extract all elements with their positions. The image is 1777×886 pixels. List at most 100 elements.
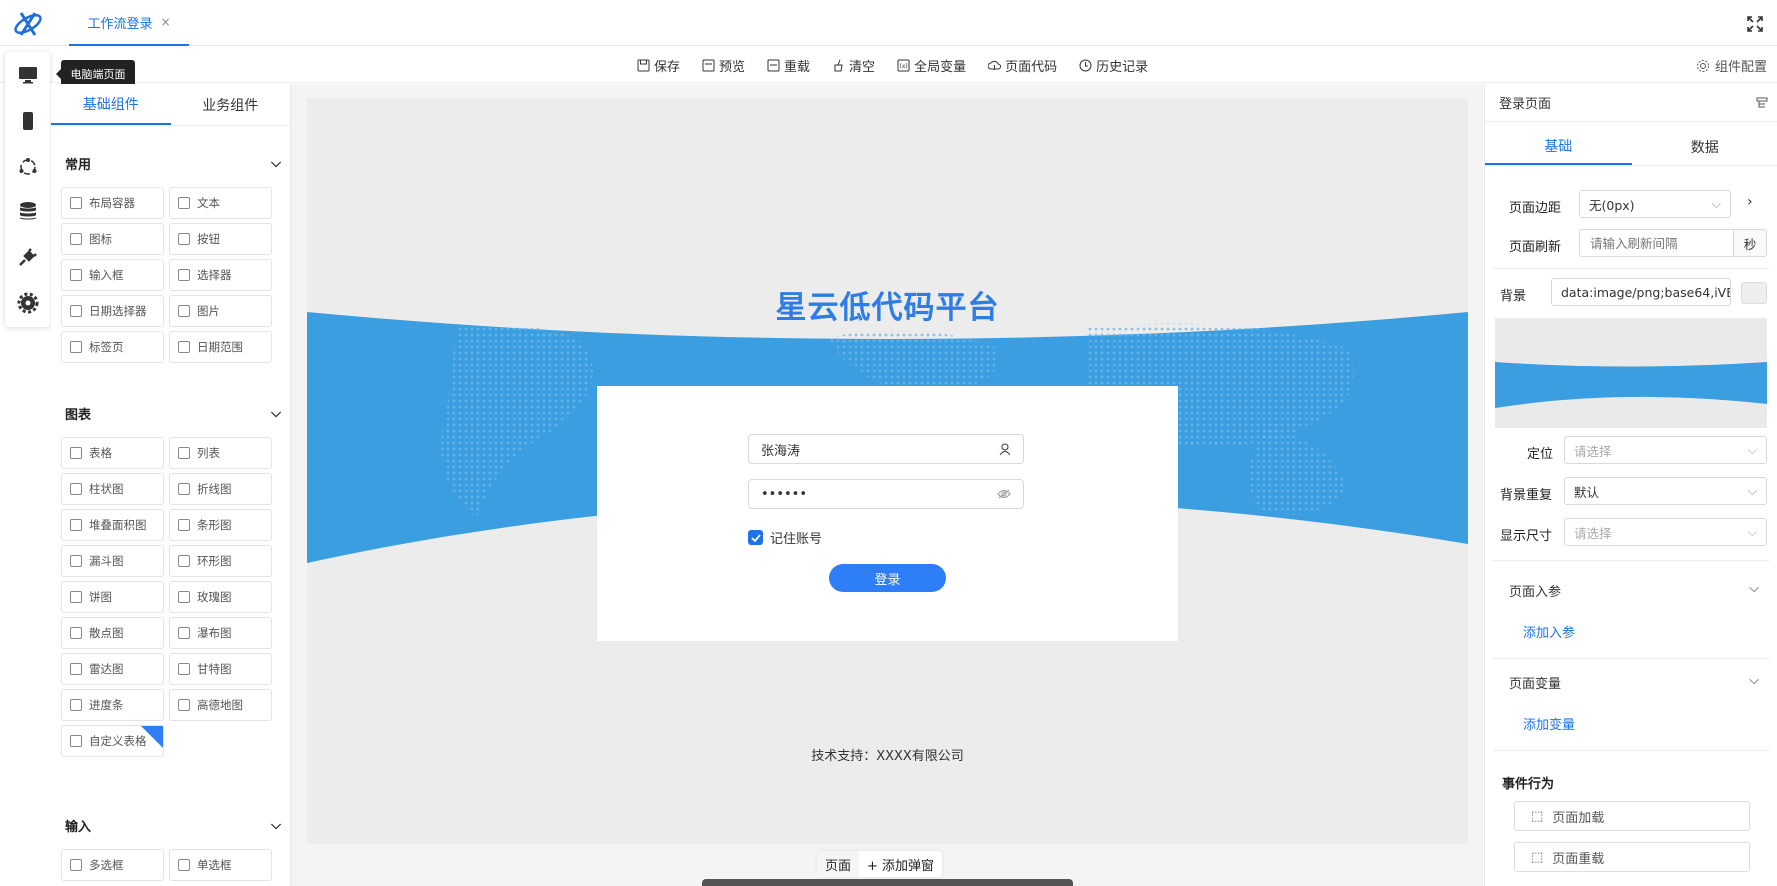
cloud-upload-icon [988, 60, 1002, 70]
component-label: 条形图 [197, 518, 232, 532]
component-icon [70, 627, 82, 639]
component-chart-12[interactable]: 雷达图 [61, 653, 164, 685]
page-code-button[interactable]: 页面代码 [988, 56, 1057, 75]
chevron-right-icon[interactable]: › [1747, 194, 1753, 210]
component-chart-8[interactable]: 饼图 [61, 581, 164, 613]
component-chart-14[interactable]: 进度条 [61, 689, 164, 721]
events-label: 事件行为 [1502, 777, 1555, 792]
clear-label: 清空 [849, 59, 876, 75]
horizontal-scrollbar[interactable] [702, 879, 1073, 886]
remember-checkbox[interactable]: 记住账号 [748, 528, 822, 547]
plugin-icon[interactable] [17, 246, 39, 268]
component-chart-0[interactable]: 表格 [61, 437, 164, 469]
margin-value: 无(0px) [1589, 197, 1635, 213]
component-chart-1[interactable]: 列表 [169, 437, 272, 469]
component-label: 折线图 [197, 482, 232, 496]
password-field[interactable]: •••••• [748, 479, 1024, 509]
component-icon [70, 447, 82, 459]
login-button[interactable]: 登录 [829, 564, 946, 592]
component-common-7[interactable]: 图片 [169, 295, 272, 327]
size-select[interactable]: 请选择 ⌵ [1564, 518, 1767, 546]
component-input-1[interactable]: 单选框 [169, 849, 272, 881]
add-var-link[interactable]: 添加变量 [1523, 714, 1575, 733]
component-chart-15[interactable]: 高德地图 [169, 689, 272, 721]
login-page-preview[interactable]: 星云低代码平台 张海涛 •••••• 记住账号 登录 技术支持：XXXX有限公司 [307, 98, 1468, 844]
app-logo-icon[interactable] [12, 9, 44, 39]
component-common-2[interactable]: 图标 [61, 223, 164, 255]
component-chart-7[interactable]: 环形图 [169, 545, 272, 577]
tab-basic[interactable]: 基础 [1485, 128, 1632, 165]
tab-business-components[interactable]: 业务组件 [171, 84, 291, 125]
component-chart-9[interactable]: 玫瑰图 [169, 581, 272, 613]
clear-button[interactable]: 清空 [832, 56, 875, 75]
event-page-load[interactable]: ⬚ 页面加载 [1514, 801, 1750, 831]
component-common-5[interactable]: 选择器 [169, 259, 272, 291]
margin-select[interactable]: 无(0px) ⌵ [1579, 190, 1731, 218]
params-section-header[interactable]: 页面入参 ⌵ [1509, 581, 1759, 600]
editor-toolbar: 保存 预览 重载 清空 (x) 全局变量 页面代码 历史记录 组件配置 [0, 47, 1777, 83]
preview-button[interactable]: 预览 [702, 56, 745, 75]
component-chart-2[interactable]: 柱状图 [61, 473, 164, 505]
component-chart-6[interactable]: 漏斗图 [61, 545, 164, 577]
position-select[interactable]: 请选择 ⌵ [1564, 436, 1767, 464]
component-icon [70, 591, 82, 603]
fullscreen-icon[interactable] [1747, 16, 1763, 32]
history-button[interactable]: 历史记录 [1079, 56, 1148, 75]
component-chart-16[interactable]: 自定义表格 [61, 725, 164, 757]
mobile-icon[interactable] [17, 110, 39, 132]
component-common-0[interactable]: 布局容器 [61, 187, 164, 219]
global-vars-button[interactable]: (x) 全局变量 [897, 56, 966, 75]
tab-basic-components[interactable]: 基础组件 [51, 84, 171, 125]
component-icon [178, 627, 190, 639]
tree-icon[interactable] [1756, 97, 1768, 109]
component-chart-5[interactable]: 条形图 [169, 509, 272, 541]
tab-page[interactable]: 页面 [817, 851, 860, 877]
component-icon [178, 483, 190, 495]
section-input[interactable]: 输入 ⌵ [65, 814, 281, 836]
settings-icon[interactable] [17, 292, 39, 314]
eye-off-icon[interactable] [997, 489, 1011, 499]
chevron-down-icon: ⌵ [1747, 442, 1757, 457]
component-common-3[interactable]: 按钮 [169, 223, 272, 255]
api-icon[interactable] [17, 156, 39, 178]
chevron-down-icon: ⌵ [271, 405, 281, 421]
component-chart-11[interactable]: 瀑布图 [169, 617, 272, 649]
preview-icon [702, 59, 715, 71]
component-config-button[interactable]: 组件配置 [1696, 56, 1767, 75]
size-placeholder: 请选择 [1574, 525, 1612, 541]
section-chart[interactable]: 图表 ⌵ [65, 402, 281, 424]
add-param-link[interactable]: 添加入参 [1523, 622, 1575, 641]
color-picker[interactable] [1741, 282, 1767, 304]
component-label: 瀑布图 [197, 626, 232, 640]
database-icon[interactable] [17, 200, 39, 222]
repeat-select[interactable]: 默认 ⌵ [1564, 477, 1767, 505]
desktop-icon[interactable] [17, 64, 39, 86]
component-common-6[interactable]: 日期选择器 [61, 295, 164, 327]
refresh-interval-input[interactable] [1579, 229, 1734, 257]
component-chart-4[interactable]: 堆叠面积图 [61, 509, 164, 541]
vars-section-header[interactable]: 页面变量 ⌵ [1509, 673, 1759, 692]
tab-label: 工作流登录 [87, 16, 153, 32]
username-field[interactable]: 张海涛 [748, 434, 1024, 464]
tab-workflow-login[interactable]: 工作流登录 × [69, 0, 189, 46]
component-common-4[interactable]: 输入框 [61, 259, 164, 291]
component-chart-10[interactable]: 散点图 [61, 617, 164, 649]
component-input-0[interactable]: 多选框 [61, 849, 164, 881]
save-label: 保存 [654, 59, 681, 75]
event-page-reload[interactable]: ⬚ 页面重载 [1514, 842, 1750, 872]
section-common[interactable]: 常用 ⌵ [65, 152, 281, 174]
component-common-8[interactable]: 标签页 [61, 331, 164, 363]
reload-button[interactable]: 重载 [767, 56, 810, 75]
add-dialog-button[interactable]: + 添加弹窗 [859, 851, 942, 877]
save-button[interactable]: 保存 [637, 56, 680, 75]
component-label: 日期选择器 [89, 304, 147, 318]
background-input[interactable]: data:image/png;base64,iVE [1551, 278, 1731, 306]
component-chart-3[interactable]: 折线图 [169, 473, 272, 505]
component-tabs: 基础组件 业务组件 [51, 84, 290, 126]
tab-data[interactable]: 数据 [1632, 128, 1777, 165]
close-icon[interactable]: × [160, 15, 170, 29]
component-common-9[interactable]: 日期范围 [169, 331, 272, 363]
broom-icon [834, 59, 843, 71]
component-common-1[interactable]: 文本 [169, 187, 272, 219]
component-chart-13[interactable]: 甘特图 [169, 653, 272, 685]
